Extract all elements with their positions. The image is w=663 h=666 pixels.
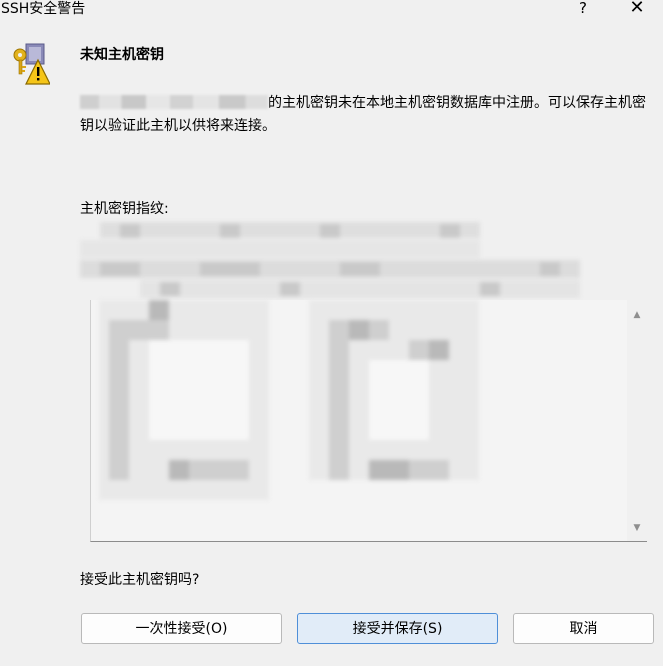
- help-button[interactable]: ?: [572, 0, 594, 20]
- window-title: SSH安全警告: [1, 1, 86, 17]
- accept-prompt: 接受此主机密钥吗?: [80, 572, 200, 588]
- fingerprint-label: 主机密钥指纹:: [80, 201, 169, 217]
- scroll-down-arrow-icon[interactable]: ▼: [627, 519, 647, 537]
- fingerprint-art-box: ▲ ▼: [90, 300, 647, 542]
- redacted-fingerprint: [80, 222, 580, 298]
- fingerprint-scrollbar[interactable]: ▲ ▼: [627, 300, 647, 541]
- redacted-randomart: [99, 300, 479, 500]
- title-bar: SSH安全警告 ? ✕: [0, 0, 663, 20]
- redacted-host: [80, 95, 268, 109]
- cancel-button[interactable]: 取消: [513, 613, 654, 644]
- accept-and-save-button[interactable]: 接受并保存(S): [297, 613, 498, 644]
- dialog-message: 的主机密钥未在本地主机密钥数据库中注册。可以保存主机密钥以验证此主机以供将来连接…: [80, 92, 648, 138]
- close-button[interactable]: ✕: [622, 0, 652, 20]
- warning-key-icon: [10, 42, 51, 86]
- dialog-heading: 未知主机密钥: [80, 47, 164, 63]
- accept-once-button[interactable]: 一次性接受(O): [81, 613, 282, 644]
- scroll-up-arrow-icon[interactable]: ▲: [627, 306, 647, 324]
